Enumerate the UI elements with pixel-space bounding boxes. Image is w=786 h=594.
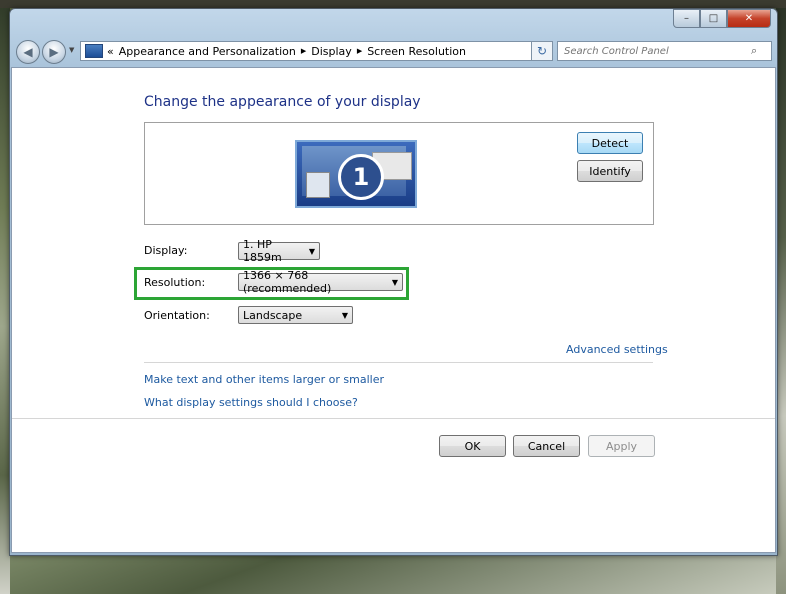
identify-button[interactable]: Identify [577,160,643,182]
navigation-bar: ◀ ▶ ▼ « Appearance and Personalization ▶… [14,39,772,64]
monitor-screen: 1 [302,146,412,200]
screen-resolution-panel: Change the appearance of your display 1 … [11,67,776,553]
monitor-icon[interactable]: 1 [295,140,417,208]
window-thumbnail [306,172,330,198]
back-button[interactable]: ◀ [16,40,40,64]
minimize-button[interactable]: – [673,9,700,28]
monitor-number: 1 [338,154,384,200]
breadcrumb-screen-resolution[interactable]: Screen Resolution [367,45,466,58]
breadcrumb-display[interactable]: Display [311,45,352,58]
page-title: Change the appearance of your display [144,94,421,110]
cancel-button[interactable]: Cancel [513,435,580,457]
resolution-select[interactable]: 1366 × 768 (recommended) ▼ [238,269,403,295]
refresh-button[interactable]: ↻ [531,41,553,61]
detect-button[interactable]: Detect [577,132,643,154]
breadcrumb-separator-icon[interactable]: ▶ [301,47,306,55]
ok-button[interactable]: OK [439,435,506,457]
breadcrumb-overflow[interactable]: « [107,45,114,58]
dropdown-arrow-icon: ▼ [308,246,315,256]
maximize-button[interactable]: □ [700,9,727,28]
monitor-preview-area: 1 Detect Identify [144,122,654,225]
forward-arrow-icon: ▶ [49,45,59,59]
display-settings-help-link[interactable]: What display settings should I choose? [144,396,358,409]
display-label: Display: [144,244,188,257]
orientation-value: Landscape [243,308,303,322]
search-icon[interactable]: ⌕ [751,44,757,58]
recent-pages-dropdown-icon[interactable]: ▼ [69,46,74,54]
advanced-settings-link[interactable]: Advanced settings [566,343,668,356]
forward-button[interactable]: ▶ [42,40,66,64]
dropdown-arrow-icon: ▼ [341,310,348,320]
dropdown-arrow-icon: ▼ [391,277,398,287]
breadcrumb-appearance[interactable]: Appearance and Personalization [119,45,296,58]
resolution-label: Resolution: [144,276,206,289]
search-input[interactable] [562,44,751,58]
display-value: 1. HP 1859m [243,238,282,264]
back-arrow-icon: ◀ [23,45,33,59]
orientation-label: Orientation: [144,309,210,322]
window-caption-buttons: – □ ✕ [673,9,771,28]
refresh-icon: ↻ [536,44,548,58]
search-box[interactable]: ⌕ [557,41,772,61]
close-button[interactable]: ✕ [727,9,771,28]
control-panel-window: – □ ✕ ◀ ▶ ▼ « Appearance and Personaliza… [9,8,778,556]
footer-divider [12,418,775,419]
display-select[interactable]: 1. HP 1859m ▼ [238,238,320,264]
resolution-value: 1366 × 768 (recommended) [243,269,332,295]
text-size-link[interactable]: Make text and other items larger or smal… [144,373,384,386]
address-bar[interactable]: « Appearance and Personalization ▶ Displ… [80,41,552,61]
desktop-background-top [0,0,786,8]
section-divider [144,362,653,363]
apply-button[interactable]: Apply [588,435,655,457]
breadcrumb-separator-icon[interactable]: ▶ [357,47,362,55]
control-panel-icon [85,44,103,58]
orientation-select[interactable]: Landscape ▼ [238,306,353,324]
